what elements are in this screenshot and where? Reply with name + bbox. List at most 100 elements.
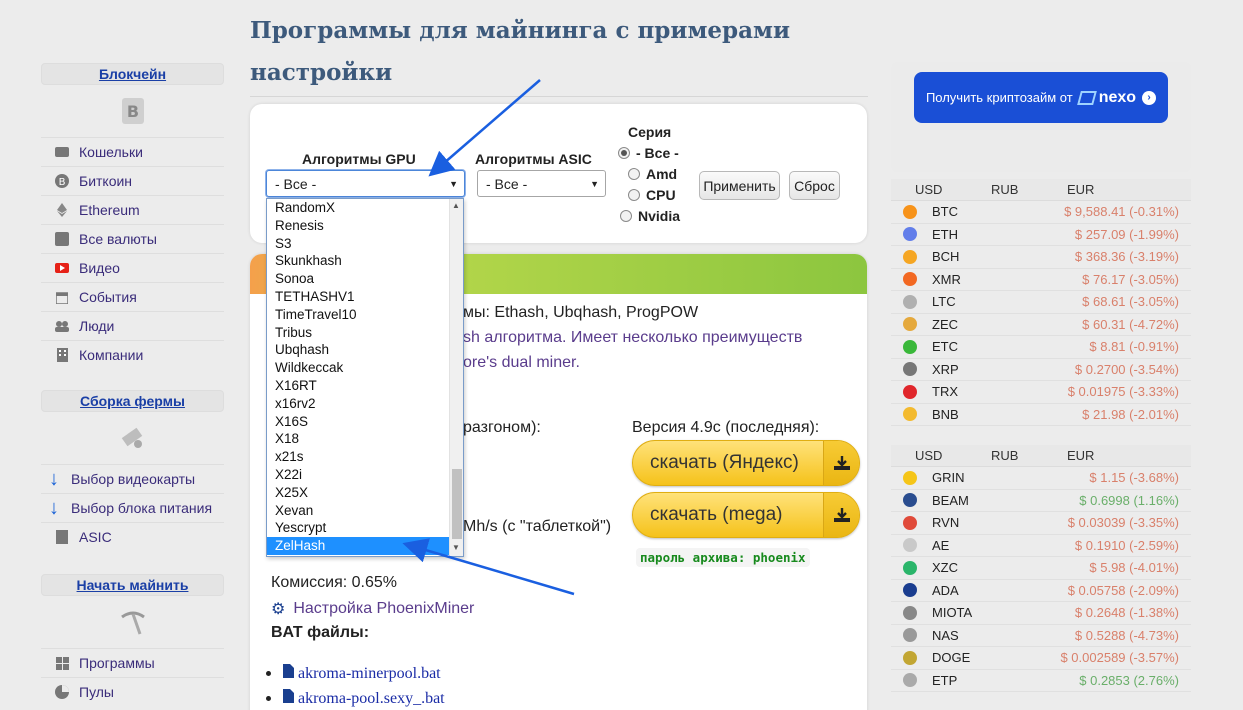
sidebar-item-start-1[interactable]: Пулы xyxy=(41,677,224,706)
currency-tab-eur[interactable]: EUR xyxy=(1067,182,1094,197)
download-yandex-button[interactable]: скачать (Яндекс) xyxy=(632,440,860,486)
bat-file-item[interactable]: akroma-pool.sexy_.bat xyxy=(266,689,445,708)
wallet-icon xyxy=(51,146,73,158)
sidebar-item-farm-2[interactable]: ASIC xyxy=(41,522,224,551)
sidebar-heading-start: Начать майнить xyxy=(41,574,224,596)
asic-algo-select[interactable]: - Все - ▼ xyxy=(477,170,606,197)
dropdown-option[interactable]: X16S xyxy=(267,413,450,431)
dropdown-option[interactable]: Renesis xyxy=(267,217,450,235)
chip-icon xyxy=(51,530,73,544)
currency-tab-rub[interactable]: RUB xyxy=(991,448,1067,463)
sidebar-item-farm-0[interactable]: ↓ Выбор видеокарты xyxy=(41,464,224,493)
dropdown-option[interactable]: X22i xyxy=(267,466,450,484)
rate-row-nas[interactable]: NAS $ 0.5288 (-4.73%) xyxy=(891,625,1191,647)
sidebar-item-label: Программы xyxy=(79,655,155,671)
sidebar-item-blockchain-5[interactable]: События xyxy=(41,282,224,311)
dropdown-option[interactable]: x21s xyxy=(267,448,450,466)
sidebar-item-label: ASIC xyxy=(79,529,112,545)
dropdown-option[interactable]: TimeTravel10 xyxy=(267,306,450,324)
bat-file-link[interactable]: akroma-minerpool.bat xyxy=(298,665,441,683)
sidebar-item-blockchain-4[interactable]: Видео xyxy=(41,253,224,282)
ltc-coin-icon xyxy=(903,294,917,309)
rate-row-rvn[interactable]: RVN $ 0.03039 (-3.35%) xyxy=(891,512,1191,535)
gpu-algo-dropdown-list[interactable]: RandomX Renesis S3 Skunkhash Sonoa TETHASHV1 T… xyxy=(266,198,464,557)
gpu-algo-select[interactable]: - Все - ▼ xyxy=(266,170,465,197)
series-radio-1[interactable]: Amd xyxy=(628,166,677,182)
rate-row-xzc[interactable]: XZC $ 5.98 (-4.01%) xyxy=(891,557,1191,580)
dropdown-option[interactable]: S3 xyxy=(267,235,450,253)
radio-button[interactable] xyxy=(620,210,632,222)
dropdown-option[interactable]: ZelHash xyxy=(267,537,450,555)
currency-tab-eur[interactable]: EUR xyxy=(1067,448,1094,463)
dropdown-option[interactable]: Skunkhash xyxy=(267,252,450,270)
asic-algo-label: Алгоритмы ASIC xyxy=(475,151,592,167)
setup-phoenixminer-link[interactable]: Настройка PhoenixMiner xyxy=(293,600,474,618)
farm-link[interactable]: Сборка фермы xyxy=(80,393,185,409)
rate-row-bch[interactable]: BCH $ 368.36 (-3.19%) xyxy=(891,246,1191,269)
sidebar-item-blockchain-7[interactable]: Компании xyxy=(41,340,224,369)
apply-button[interactable]: Применить xyxy=(699,171,780,200)
rate-row-doge[interactable]: DOGE $ 0.002589 (-3.57%) xyxy=(891,647,1191,670)
rate-row-ltc[interactable]: LTC $ 68.61 (-3.05%) xyxy=(891,291,1191,314)
sidebar-item-blockchain-3[interactable]: Все валюты xyxy=(41,224,224,253)
radio-button[interactable] xyxy=(628,189,640,201)
xzc-coin-icon xyxy=(903,560,917,575)
sidebar-item-farm-1[interactable]: ↓ Выбор блока питания xyxy=(41,493,224,522)
scroll-up-icon[interactable]: ▲ xyxy=(452,201,460,210)
start-mining-link[interactable]: Начать майнить xyxy=(77,577,189,593)
dropdown-option[interactable]: RandomX xyxy=(267,199,450,217)
rate-row-miota[interactable]: MIOTA $ 0.2648 (-1.38%) xyxy=(891,602,1191,625)
setup-link-row[interactable]: ⚙ Настройка PhoenixMiner xyxy=(271,599,474,619)
series-radio-0[interactable]: - Все - xyxy=(618,145,679,161)
scroll-down-icon[interactable]: ▼ xyxy=(452,543,460,552)
nexo-logo-icon xyxy=(1076,90,1097,105)
sidebar-item-blockchain-1[interactable]: B Биткоин xyxy=(41,166,224,195)
dropdown-option[interactable]: Tribus xyxy=(267,324,450,342)
dropdown-option[interactable]: X25X xyxy=(267,484,450,502)
rate-row-xrp[interactable]: XRP $ 0.2700 (-3.54%) xyxy=(891,359,1191,381)
sidebar-item-blockchain-0[interactable]: Кошельки xyxy=(41,137,224,166)
dropdown-option[interactable]: x16rv2 xyxy=(267,395,450,413)
chevron-right-icon: › xyxy=(1142,90,1157,105)
page-title-line2: настройки xyxy=(250,59,393,86)
dropdown-option[interactable]: Sonoa xyxy=(267,270,450,288)
dropdown-scrollbar[interactable]: ▲ ▼ xyxy=(449,199,463,556)
sidebar-item-blockchain-6[interactable]: Люди xyxy=(41,311,224,340)
rate-row-bnb[interactable]: BNB $ 21.98 (-2.01%) xyxy=(891,404,1191,426)
sidebar-item-start-0[interactable]: Программы xyxy=(41,648,224,677)
dropdown-option[interactable]: TETHASHV1 xyxy=(267,288,450,306)
series-radio-3[interactable]: Nvidia xyxy=(620,208,680,224)
rate-row-ada[interactable]: ADA $ 0.05758 (-2.09%) xyxy=(891,580,1191,602)
series-radio-2[interactable]: CPU xyxy=(628,187,676,203)
rate-row-xmr[interactable]: XMR $ 76.17 (-3.05%) xyxy=(891,269,1191,291)
radio-button[interactable] xyxy=(628,168,640,180)
rate-row-beam[interactable]: BEAM $ 0.6998 (1.16%) xyxy=(891,490,1191,512)
rate-row-zec[interactable]: ZEC $ 60.31 (-4.72%) xyxy=(891,314,1191,336)
scrollbar-thumb[interactable] xyxy=(452,469,462,539)
download-mega-button[interactable]: скачать (mega) xyxy=(632,492,860,538)
dropdown-option[interactable]: X18 xyxy=(267,430,450,448)
rate-row-etp[interactable]: ETP $ 0.2853 (2.76%) xyxy=(891,670,1191,692)
dropdown-option[interactable]: Wildkeccak xyxy=(267,359,450,377)
dropdown-option[interactable]: Yescrypt xyxy=(267,519,450,537)
currency-tab-rub[interactable]: RUB xyxy=(991,182,1067,197)
rate-row-ae[interactable]: AE $ 0.1910 (-2.59%) xyxy=(891,535,1191,557)
currency-tab-usd[interactable]: USD xyxy=(915,448,991,463)
dropdown-option[interactable]: X16RT xyxy=(267,377,450,395)
rate-row-etc[interactable]: ETC $ 8.81 (-0.91%) xyxy=(891,336,1191,359)
blockchain-link[interactable]: Блокчейн xyxy=(99,66,166,82)
sidebar-item-blockchain-2[interactable]: Ethereum xyxy=(41,195,224,224)
reset-button[interactable]: Сброс xyxy=(789,171,840,200)
rate-row-btc[interactable]: BTC $ 9,588.41 (-0.31%) xyxy=(891,201,1191,224)
dropdown-option[interactable]: Xevan xyxy=(267,502,450,520)
rate-row-trx[interactable]: TRX $ 0.01975 (-3.33%) xyxy=(891,381,1191,404)
bat-file-link[interactable]: akroma-pool.sexy_.bat xyxy=(298,690,445,708)
ethereum-icon xyxy=(51,203,73,217)
nexo-loan-button[interactable]: Получить криптозайм от nexo › xyxy=(914,72,1168,123)
rate-row-grin[interactable]: GRIN $ 1.15 (-3.68%) xyxy=(891,467,1191,490)
currency-tab-usd[interactable]: USD xyxy=(915,182,991,197)
radio-button[interactable] xyxy=(618,147,630,159)
rate-row-eth[interactable]: ETH $ 257.09 (-1.99%) xyxy=(891,224,1191,246)
bat-file-item[interactable]: akroma-minerpool.bat xyxy=(266,664,441,683)
dropdown-option[interactable]: Ubqhash xyxy=(267,341,450,359)
